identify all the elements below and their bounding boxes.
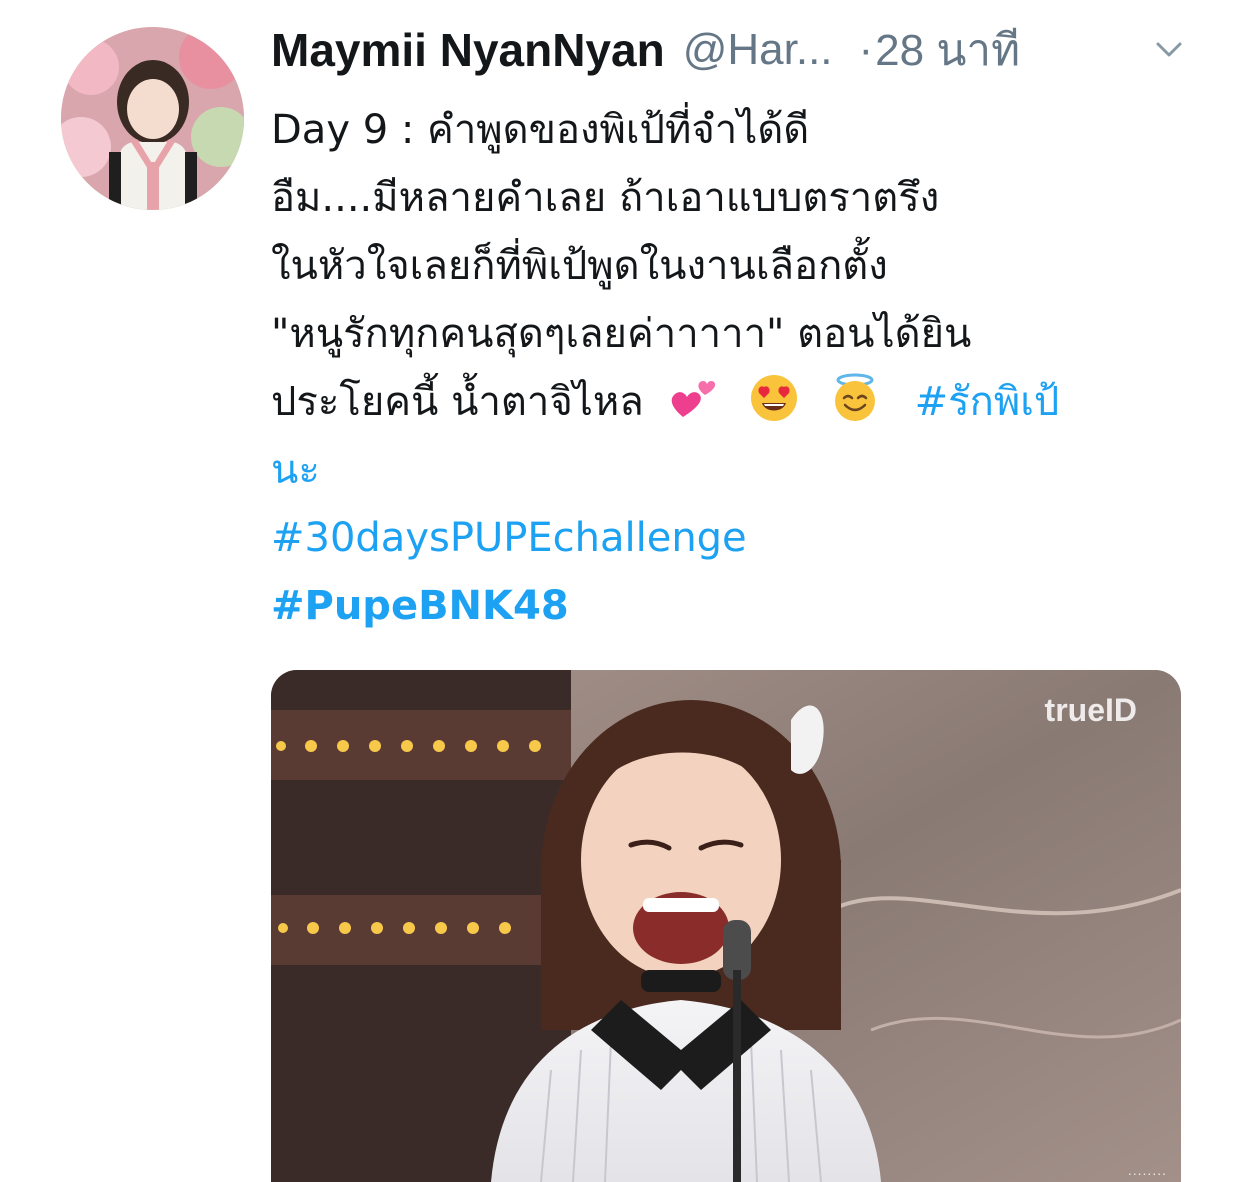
display-name[interactable]: Maymii NyanNyan <box>271 23 665 77</box>
tweet-header: Maymii NyanNyan @Har... · 28 นาที <box>271 22 1211 78</box>
tweet-media[interactable]: trueID ........ <box>271 670 1181 1182</box>
hashtag-link-continuation[interactable]: นะ <box>271 436 1211 504</box>
tweet-text-line: อืม....มีหลายคำเลย ถ้าเอาแบบตราตรึง <box>271 175 940 221</box>
tweet-text-line: "หนูรักทุกคนสุดๆเลยค่าาาาา" ตอนได้ยิน <box>271 311 972 357</box>
tweet-text-line: ในหัวใจเลยก็ที่พิเป้พูดในงานเลือกตั้ง <box>271 243 888 289</box>
hashtag-link[interactable]: #30daysPUPEchallenge <box>271 504 1211 572</box>
tweet-text-line: Day 9 : คำพูดของพิเป้ที่จำได้ดี <box>271 107 810 153</box>
avatar-photo <box>61 27 244 210</box>
chevron-down-icon[interactable] <box>1152 34 1186 64</box>
separator-dot: · <box>858 25 874 74</box>
two-hearts-icon <box>671 380 715 417</box>
tweet-text-segment: ประโยคนี้ น้ำตาจิไหล <box>271 379 644 425</box>
tweet-text: Day 9 : คำพูดของพิเป้ที่จำได้ดี อืม....ม… <box>271 96 1211 640</box>
tweet[interactable]: Maymii NyanNyan @Har... · 28 นาที Day 9 … <box>0 0 1242 1182</box>
hashtag-link[interactable]: #PupeBNK48 <box>271 572 1211 640</box>
tweet-text-line-emoji: ประโยคนี้ น้ำตาจิไหล #รักพิเป้ <box>271 368 1211 436</box>
media-photo <box>271 670 1181 1182</box>
heart-eyes-icon <box>751 375 798 421</box>
user-handle[interactable]: @Har... <box>683 25 833 75</box>
halo-smile-icon <box>834 373 875 421</box>
avatar[interactable] <box>61 27 244 210</box>
timestamp[interactable]: 28 นาที <box>875 15 1020 85</box>
media-corner-dots: ........ <box>1127 1162 1167 1178</box>
hashtag-link[interactable]: #รักพิเป้ <box>915 379 1060 425</box>
media-watermark: trueID <box>1044 692 1137 728</box>
